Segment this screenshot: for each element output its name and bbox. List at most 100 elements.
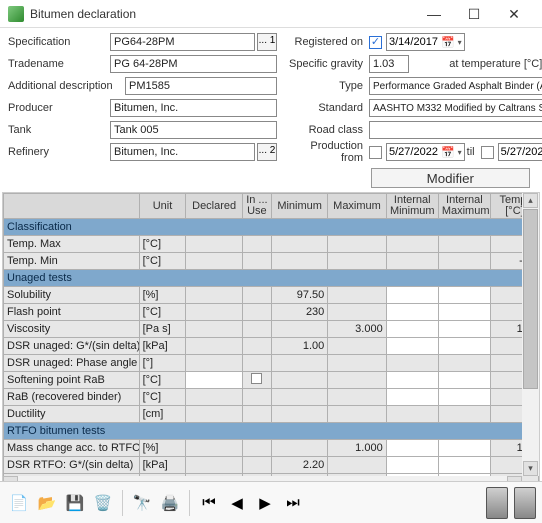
cell[interactable]: Softening point RaB <box>4 372 140 389</box>
table-row[interactable]: Flash point[°C] 230 <box>4 304 539 321</box>
table-row[interactable]: DSR unaged: Phase angle[°] <box>4 355 539 372</box>
cell[interactable] <box>271 440 327 457</box>
cell[interactable] <box>386 389 438 406</box>
cell[interactable] <box>186 321 242 338</box>
cell[interactable] <box>438 287 490 304</box>
specification-lookup-button[interactable]: ... 1 <box>257 33 277 51</box>
new-button[interactable]: 📄 <box>6 490 32 516</box>
cell[interactable]: DSR RTFO: G*/(sin delta) <box>4 457 140 474</box>
cell[interactable] <box>386 457 438 474</box>
cell[interactable] <box>186 253 242 270</box>
cell[interactable] <box>438 355 490 372</box>
cell[interactable] <box>438 457 490 474</box>
cell[interactable] <box>271 372 327 389</box>
cell[interactable]: Viscosity <box>4 321 140 338</box>
table-row[interactable]: Solubility[%] 97.50 <box>4 287 539 304</box>
cell[interactable] <box>186 236 242 253</box>
cell[interactable] <box>242 321 271 338</box>
cell[interactable] <box>186 304 242 321</box>
cell[interactable]: RaB (recovered binder) <box>4 389 140 406</box>
cell[interactable] <box>386 253 438 270</box>
cell[interactable]: 97.50 <box>271 287 327 304</box>
cell[interactable]: 230 <box>271 304 327 321</box>
cell[interactable] <box>328 372 386 389</box>
cell[interactable] <box>186 406 242 423</box>
table-row[interactable]: DSR unaged: G*/(sin delta)[kPa]1.00 <box>4 338 539 355</box>
cell[interactable] <box>242 236 271 253</box>
table-row[interactable]: Temp. Max[°C]64 <box>4 236 539 253</box>
cell[interactable] <box>438 321 490 338</box>
cell[interactable] <box>328 236 386 253</box>
cell[interactable] <box>271 355 327 372</box>
delete-button[interactable]: 🗑️ <box>90 490 116 516</box>
cell[interactable] <box>271 406 327 423</box>
cell[interactable] <box>438 440 490 457</box>
cell[interactable] <box>438 389 490 406</box>
cell[interactable]: [cm] <box>139 406 186 423</box>
last-record-button[interactable]: ⏭ <box>280 490 306 516</box>
cell[interactable] <box>386 236 438 253</box>
cell[interactable] <box>186 287 242 304</box>
cell[interactable]: [%] <box>139 287 186 304</box>
cell[interactable] <box>386 321 438 338</box>
scroll-thumb[interactable] <box>523 209 538 389</box>
cell[interactable]: [°C] <box>139 389 186 406</box>
cell[interactable] <box>271 236 327 253</box>
cell[interactable] <box>271 389 327 406</box>
cell[interactable] <box>386 440 438 457</box>
cell[interactable]: Mass change acc. to RTFO <box>4 440 140 457</box>
header-unit[interactable]: Unit <box>139 194 186 219</box>
cell[interactable]: [°C] <box>139 304 186 321</box>
section-row[interactable]: Unaged tests <box>4 270 539 287</box>
cell[interactable]: 1.000 <box>328 440 386 457</box>
cell[interactable] <box>328 304 386 321</box>
table-row[interactable]: Softening point RaB[°C] <box>4 372 539 389</box>
save-button[interactable]: 💾 <box>62 490 88 516</box>
search-button[interactable]: 🔭 <box>129 490 155 516</box>
cell[interactable]: [°C] <box>139 236 186 253</box>
standard-input[interactable] <box>369 99 542 117</box>
cell[interactable]: DSR unaged: Phase angle <box>4 355 140 372</box>
cell[interactable] <box>186 440 242 457</box>
cell[interactable] <box>328 406 386 423</box>
table-row[interactable]: Temp. Min[°C]-28 <box>4 253 539 270</box>
cell[interactable]: [kPa] <box>139 338 186 355</box>
cell[interactable]: Temp. Max <box>4 236 140 253</box>
header-internal-maximum[interactable]: Internal Maximum <box>438 194 490 219</box>
next-record-button[interactable]: ▶ <box>252 490 278 516</box>
cell[interactable] <box>386 287 438 304</box>
modifier-button[interactable]: Modifier <box>371 168 530 188</box>
maximize-button[interactable]: ☐ <box>454 1 494 27</box>
cell[interactable] <box>186 457 242 474</box>
cell[interactable]: Flash point <box>4 304 140 321</box>
cell[interactable] <box>386 406 438 423</box>
cell[interactable]: Temp. Min <box>4 253 140 270</box>
cell[interactable] <box>328 355 386 372</box>
cell[interactable] <box>438 253 490 270</box>
cell[interactable] <box>186 338 242 355</box>
vertical-scrollbar[interactable]: ▴ ▾ <box>522 193 539 476</box>
minimize-button[interactable]: — <box>414 1 454 27</box>
cell[interactable] <box>242 355 271 372</box>
cell[interactable]: [°C] <box>139 253 186 270</box>
cell[interactable]: 3.000 <box>328 321 386 338</box>
production-from-checkbox[interactable] <box>369 146 382 159</box>
production-til-checkbox[interactable] <box>481 146 494 159</box>
cell[interactable] <box>328 338 386 355</box>
producer-input[interactable] <box>110 99 277 117</box>
cell[interactable] <box>271 321 327 338</box>
cell[interactable] <box>186 355 242 372</box>
cell[interactable]: [°] <box>139 355 186 372</box>
toolbar-device-a-button[interactable] <box>486 487 508 519</box>
header-minimum[interactable]: Minimum <box>271 194 327 219</box>
cell[interactable] <box>242 338 271 355</box>
cell[interactable]: Solubility <box>4 287 140 304</box>
cell[interactable]: 2.20 <box>271 457 327 474</box>
table-row[interactable]: RaB (recovered binder)[°C] <box>4 389 539 406</box>
cell[interactable]: Ductility <box>4 406 140 423</box>
production-from-datepicker[interactable]: 5/27/2022 📅▾ <box>386 143 465 161</box>
cell[interactable] <box>186 372 242 389</box>
open-button[interactable]: 📂 <box>34 490 60 516</box>
table-row[interactable]: Mass change acc. to RTFO[%]1.000163 <box>4 440 539 457</box>
cell[interactable] <box>242 304 271 321</box>
